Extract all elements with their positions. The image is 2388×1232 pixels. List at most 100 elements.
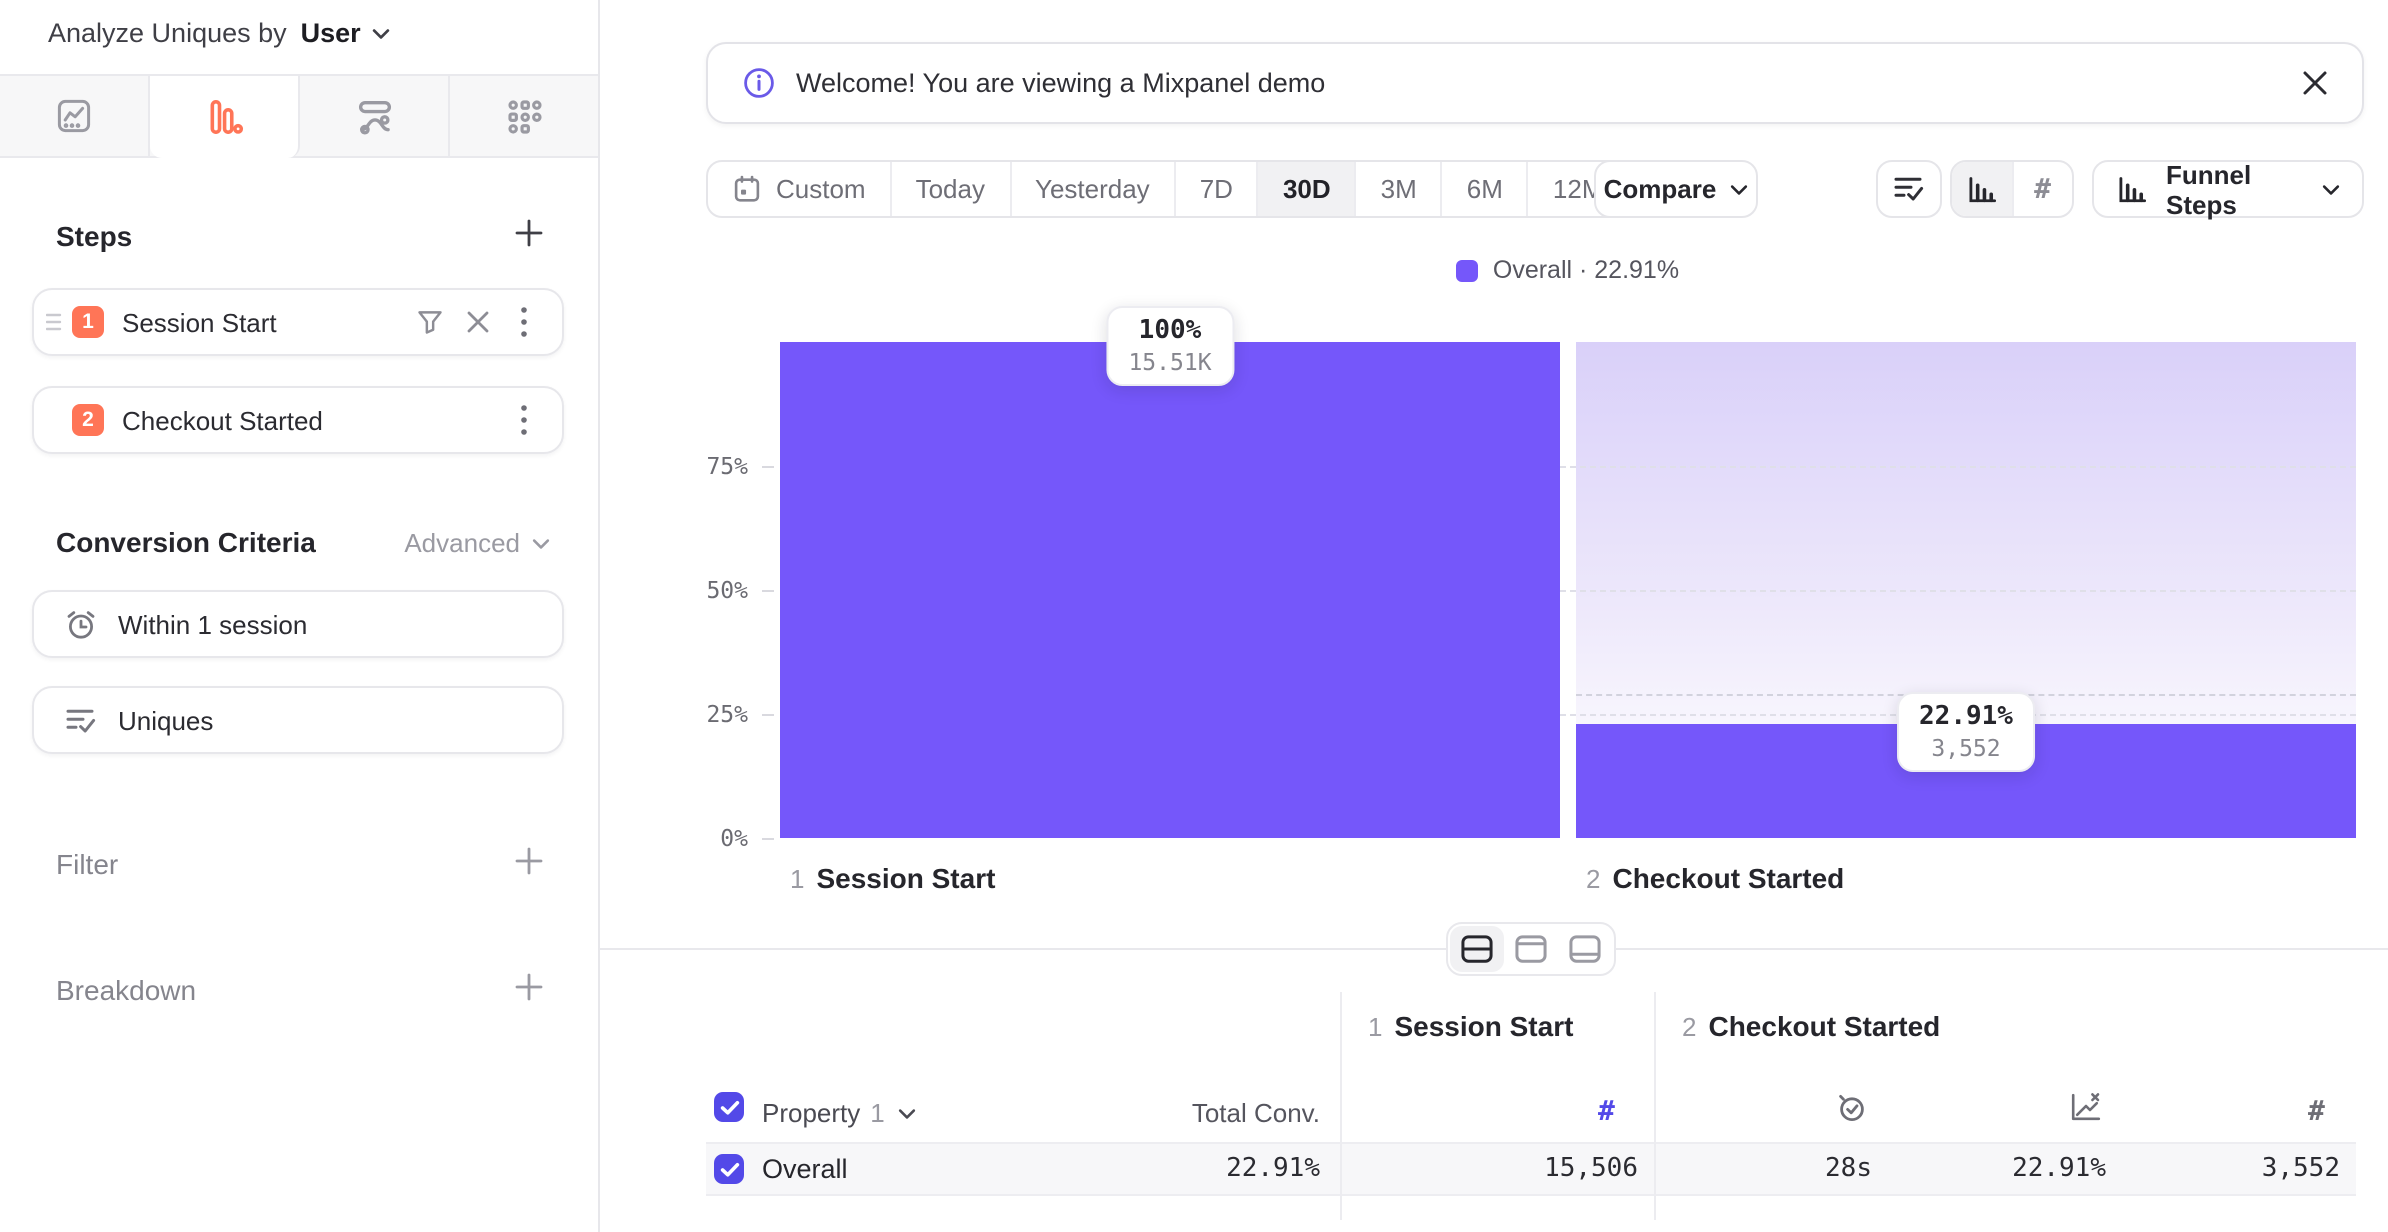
funnel-bar-step1[interactable] xyxy=(780,342,1560,838)
range-label: 30D xyxy=(1283,174,1331,204)
property-label: Property xyxy=(762,1098,860,1128)
y-axis-tick-25: 25% xyxy=(644,700,748,728)
tab-retention[interactable] xyxy=(450,76,598,156)
chevron-down-icon xyxy=(1730,183,1748,195)
x-axis-label-step1: 1 Session Start xyxy=(790,862,995,894)
range-label: Custom xyxy=(776,174,866,204)
step-number-badge: 2 xyxy=(72,404,104,436)
uniques-list-check-icon xyxy=(64,703,98,737)
kebab-menu-icon[interactable] xyxy=(520,306,528,338)
funnel-chart: 100% 15.51K 22.91% 3,552 xyxy=(780,342,2356,838)
chevron-down-icon xyxy=(532,537,550,549)
bar-format-button[interactable] xyxy=(1952,162,2011,216)
welcome-banner: Welcome! You are viewing a Mixpanel demo xyxy=(706,42,2364,124)
step-number: 2 xyxy=(1586,864,1600,894)
advanced-dropdown[interactable]: Advanced xyxy=(404,528,550,558)
conversion-window-card[interactable]: Within 1 session xyxy=(32,590,564,658)
close-icon[interactable] xyxy=(466,310,490,334)
counting-method-card[interactable]: Uniques xyxy=(32,686,564,754)
info-icon xyxy=(742,66,776,100)
row-step1-uniques: 15,506 xyxy=(1398,1154,1638,1184)
range-custom[interactable]: Custom xyxy=(708,162,892,216)
step-card-2[interactable]: 2 Checkout Started xyxy=(32,386,564,454)
step-label[interactable]: Checkout Started xyxy=(122,405,323,435)
number-format-button[interactable]: # xyxy=(2013,162,2072,216)
count-metric-icon[interactable]: # xyxy=(1598,1096,1615,1128)
property-column-header[interactable]: Property 1 xyxy=(762,1098,917,1128)
uniques-toggle-button[interactable] xyxy=(1876,160,1942,218)
conversion-window-label[interactable]: Within 1 session xyxy=(118,609,307,639)
range-today[interactable]: Today xyxy=(892,162,1011,216)
tab-flows[interactable] xyxy=(300,76,450,156)
row-checkbox[interactable] xyxy=(714,1154,744,1184)
view-dropdown-label: Funnel Steps xyxy=(2166,159,2304,219)
analyze-by-control[interactable]: Analyze Uniques by User xyxy=(48,18,391,48)
chevron-down-icon xyxy=(373,27,391,39)
y-axis-tick-75: 75% xyxy=(644,452,748,480)
chevron-down-icon xyxy=(899,1107,917,1119)
layout-toggle-group xyxy=(1446,922,1616,976)
y-axis-tick-0: 0% xyxy=(644,824,748,852)
step-number: 1 xyxy=(1368,1012,1382,1042)
alarm-clock-icon xyxy=(64,607,98,641)
time-to-convert-icon[interactable] xyxy=(1834,1090,1868,1124)
legend-swatch xyxy=(1457,259,1479,281)
filter-icon[interactable] xyxy=(416,308,444,336)
tab-funnels[interactable] xyxy=(150,76,300,158)
add-breakdown-button[interactable] xyxy=(514,972,546,1004)
range-label: Yesterday xyxy=(1035,174,1150,204)
step-number: 1 xyxy=(790,864,804,894)
y-axis-tick-50: 50% xyxy=(644,576,748,604)
chart-view-button[interactable] xyxy=(1504,926,1558,972)
chart-legend[interactable]: Overall · 22.91% xyxy=(780,256,2356,284)
x-axis-label-step2: 2 Checkout Started xyxy=(1586,862,1844,894)
column-divider xyxy=(1340,992,1342,1220)
breakdown-title: Breakdown xyxy=(56,974,196,1006)
kebab-menu-icon[interactable] xyxy=(520,404,528,436)
add-filter-button[interactable] xyxy=(514,846,546,878)
step-number-badge: 1 xyxy=(72,306,104,338)
column-divider xyxy=(1654,992,1656,1220)
range-7d[interactable]: 7D xyxy=(1176,162,1259,216)
range-30d-active[interactable]: 30D xyxy=(1259,162,1357,216)
date-range-selector: Custom Today Yesterday 7D 30D 3M 6M 12M xyxy=(706,160,1630,218)
table-view-button[interactable] xyxy=(1558,926,1612,972)
compare-button[interactable]: Compare xyxy=(1594,160,1758,218)
step-label[interactable]: Session Start xyxy=(122,307,277,337)
range-3m[interactable]: 3M xyxy=(1357,162,1443,216)
steps-title: Steps xyxy=(56,220,132,252)
drag-handle-icon[interactable] xyxy=(46,312,62,332)
view-dropdown[interactable]: Funnel Steps xyxy=(2092,160,2364,218)
step-card-1[interactable]: 1 Session Start xyxy=(32,288,564,356)
conversion-criteria-title: Conversion Criteria xyxy=(56,526,316,558)
range-label: Today xyxy=(916,174,985,204)
retention-icon xyxy=(505,97,543,135)
split-view-button[interactable] xyxy=(1450,926,1504,972)
tab-insights[interactable] xyxy=(0,76,150,156)
select-all-checkbox[interactable] xyxy=(714,1092,744,1122)
range-6m[interactable]: 6M xyxy=(1443,162,1529,216)
count-metric-icon[interactable]: # xyxy=(2308,1096,2325,1128)
analyze-by-value[interactable]: User xyxy=(301,18,361,48)
step-name: Session Start xyxy=(1394,1010,1573,1042)
filter-title: Filter xyxy=(56,848,118,880)
funnel-steps-icon xyxy=(2116,173,2148,205)
range-label: 7D xyxy=(1200,174,1233,204)
conversion-rate-icon[interactable] xyxy=(2068,1090,2102,1124)
step-name: Checkout Started xyxy=(1708,1010,1940,1042)
range-yesterday[interactable]: Yesterday xyxy=(1011,162,1176,216)
table-row[interactable]: Overall 22.91% 15,506 28s 22.91% 3,552 xyxy=(706,1142,2356,1196)
counting-method-label[interactable]: Uniques xyxy=(118,705,213,735)
legend-label: Overall · 22.91% xyxy=(1493,256,1679,284)
add-step-button[interactable] xyxy=(514,218,546,250)
tooltip-pct: 22.91% xyxy=(1919,702,2013,732)
table-group-header-step1: 1 Session Start xyxy=(1368,1010,1573,1042)
list-check-icon xyxy=(1892,172,1926,206)
tooltip-count: 3,552 xyxy=(1919,734,2013,762)
sidebar: Analyze Uniques by User xyxy=(0,0,600,1232)
close-icon[interactable] xyxy=(2302,70,2328,96)
row-name: Overall xyxy=(762,1154,848,1184)
total-conv-column-header[interactable]: Total Conv. xyxy=(1080,1098,1320,1128)
analyze-by-label: Analyze Uniques by xyxy=(48,18,287,48)
row-step2-uniques: 3,552 xyxy=(2100,1154,2340,1184)
